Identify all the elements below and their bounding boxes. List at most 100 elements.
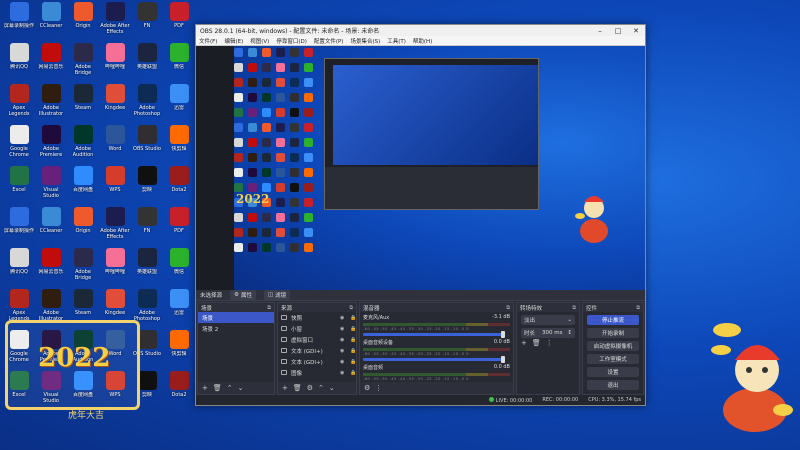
gear-icon[interactable]: ⚙ <box>307 384 313 392</box>
desktop-icon[interactable]: 腾讯QQ <box>3 248 35 289</box>
exit-button[interactable]: 退出 <box>587 380 639 390</box>
undock-icon[interactable]: ⧉ <box>572 305 576 311</box>
desktop-icon[interactable]: Adobe Photoshop <box>131 84 163 125</box>
desktop-icon[interactable]: FN <box>131 2 163 43</box>
desktop-icon[interactable]: Origin <box>67 207 99 248</box>
desktop-icon[interactable]: 快剪辑 <box>163 330 195 371</box>
desktop-icon[interactable]: Apex Legends <box>3 84 35 125</box>
desktop-icon[interactable]: OBS Studio <box>131 125 163 166</box>
chevron-down-icon[interactable]: ⌄ <box>238 384 244 392</box>
desktop-icon[interactable]: Origin <box>67 2 99 43</box>
menu-profile[interactable]: 配置文件(P) <box>314 37 344 45</box>
chevron-down-icon[interactable]: ⌄ <box>329 384 335 392</box>
desktop-icon[interactable]: 屏幕录制操作 <box>3 2 35 43</box>
settings-button[interactable]: 设置 <box>587 367 639 377</box>
desktop-icon[interactable]: 迅雷 <box>163 289 195 330</box>
lock-icon[interactable]: 🔒 <box>350 348 356 354</box>
desktop-icon[interactable]: 英雄联盟 <box>131 43 163 84</box>
desktop-icon[interactable]: Adobe Premiere <box>35 125 67 166</box>
more-icon[interactable]: ⋮ <box>546 339 553 347</box>
volume-slider[interactable] <box>363 356 505 363</box>
minimize-icon[interactable]: – <box>591 27 609 35</box>
desktop-icon[interactable]: FN <box>131 207 163 248</box>
trash-icon[interactable]: 🗑 <box>293 384 302 392</box>
desktop-icon[interactable]: 迅雷 <box>163 84 195 125</box>
desktop-icon[interactable]: Adobe Audition <box>67 125 99 166</box>
lock-icon[interactable]: 🔒 <box>350 337 356 343</box>
desktop-icon[interactable]: Dota2 <box>163 166 195 207</box>
eye-icon[interactable]: ◉ <box>340 326 346 332</box>
desktop-icon[interactable]: Excel <box>3 166 35 207</box>
lock-icon[interactable]: 🔒 <box>350 326 356 332</box>
source-item[interactable]: 文本 (GDI+) ◉ 🔒 <box>278 356 356 367</box>
desktop-icon[interactable]: 哔哩哔哩 <box>99 248 131 289</box>
source-item[interactable]: 图像 ◉ 🔒 <box>278 367 356 378</box>
menu-scene-collection[interactable]: 场景集合(S) <box>350 37 380 45</box>
source-item[interactable]: 文本 (GDI+) ◉ 🔒 <box>278 345 356 356</box>
gear-icon[interactable]: ⚙ <box>364 384 370 392</box>
eye-icon[interactable]: ◉ <box>340 315 346 321</box>
desktop-icon[interactable]: Adobe After Effects <box>99 2 131 43</box>
desktop-icon[interactable]: 屏幕录制操作 <box>3 207 35 248</box>
trash-icon[interactable]: 🗑 <box>532 339 541 347</box>
eye-icon[interactable]: ◉ <box>340 348 346 354</box>
desktop-icon[interactable]: Kingdee <box>99 84 131 125</box>
undock-icon[interactable]: ⧉ <box>636 305 640 311</box>
scene-item[interactable]: 场景 2 <box>198 323 274 334</box>
desktop-icon[interactable]: Visual Studio <box>35 166 67 207</box>
desktop-icon[interactable]: WPS <box>99 166 131 207</box>
desktop-icon[interactable]: Steam <box>67 84 99 125</box>
stop-streaming-button[interactable]: 停止推流 <box>587 315 639 325</box>
maximize-icon[interactable]: □ <box>609 27 627 35</box>
eye-icon[interactable]: ◉ <box>340 337 346 343</box>
desktop-icon[interactable]: Word <box>99 125 131 166</box>
transition-select[interactable]: 淡出 ⌄ <box>521 315 575 325</box>
chevron-up-icon[interactable]: ⌃ <box>318 384 324 392</box>
menu-help[interactable]: 帮助(H) <box>413 37 432 45</box>
properties-button[interactable]: ⚙ 属性 <box>230 290 256 300</box>
close-icon[interactable]: ✕ <box>627 27 645 35</box>
source-item[interactable]: 快照 ◉ 🔒 <box>278 312 356 323</box>
studio-mode-button[interactable]: 工作室模式 <box>587 354 639 364</box>
menu-tools[interactable]: 工具(T) <box>387 37 406 45</box>
scene-item[interactable]: 场景 <box>198 312 274 323</box>
desktop-icon[interactable]: 百度网盘 <box>67 166 99 207</box>
lock-icon[interactable]: 🔒 <box>350 315 356 321</box>
desktop-icon[interactable]: Adobe Illustrator <box>35 84 67 125</box>
source-item[interactable]: 小窗 ◉ 🔒 <box>278 323 356 334</box>
desktop-icon[interactable]: PDF <box>163 2 195 43</box>
menu-file[interactable]: 文件(F) <box>199 37 217 45</box>
desktop-icon[interactable]: 快剪辑 <box>163 125 195 166</box>
add-icon[interactable]: + <box>202 384 208 392</box>
desktop-icon[interactable]: 剪映 <box>131 166 163 207</box>
menu-edit[interactable]: 编辑(E) <box>224 37 243 45</box>
menu-view[interactable]: 视图(V) <box>250 37 269 45</box>
start-recording-button[interactable]: 开始录制 <box>587 328 639 338</box>
desktop-icon[interactable]: 微信 <box>163 248 195 289</box>
chevron-up-icon[interactable]: ⌃ <box>227 384 233 392</box>
desktop-icon[interactable]: PDF <box>163 207 195 248</box>
undock-icon[interactable]: ⧉ <box>506 305 510 311</box>
trash-icon[interactable]: 🗑 <box>213 384 222 392</box>
desktop-icon[interactable]: Adobe Bridge <box>67 248 99 289</box>
desktop-icon[interactable]: 英雄联盟 <box>131 248 163 289</box>
desktop-icon[interactable]: 腾讯QQ <box>3 43 35 84</box>
more-icon[interactable]: ⋮ <box>375 384 382 392</box>
desktop-icon[interactable]: 哔哩哔哩 <box>99 43 131 84</box>
desktop-icon[interactable]: Adobe After Effects <box>99 207 131 248</box>
eye-icon[interactable]: ◉ <box>340 359 346 365</box>
undock-icon[interactable]: ⧉ <box>267 305 271 311</box>
desktop-icon[interactable]: CCleaner <box>35 2 67 43</box>
eye-icon[interactable]: ◉ <box>340 370 346 376</box>
source-item[interactable]: 虚拟窗口 ◉ 🔒 <box>278 334 356 345</box>
start-virtual-camera-button[interactable]: 启动虚拟摄像机 <box>587 341 639 351</box>
obs-preview[interactable]: 2022 <box>196 46 645 290</box>
desktop-icon[interactable]: Google Chrome <box>3 125 35 166</box>
desktop-icon[interactable]: CCleaner <box>35 207 67 248</box>
desktop-icon[interactable]: Adobe Bridge <box>67 43 99 84</box>
desktop-icon[interactable]: 网易云音乐 <box>35 248 67 289</box>
filters-button[interactable]: ◫ 滤镜 <box>263 290 291 300</box>
desktop-icon[interactable]: Dota2 <box>163 371 195 412</box>
desktop-icon[interactable]: 网易云音乐 <box>35 43 67 84</box>
lock-icon[interactable]: 🔒 <box>350 359 356 365</box>
